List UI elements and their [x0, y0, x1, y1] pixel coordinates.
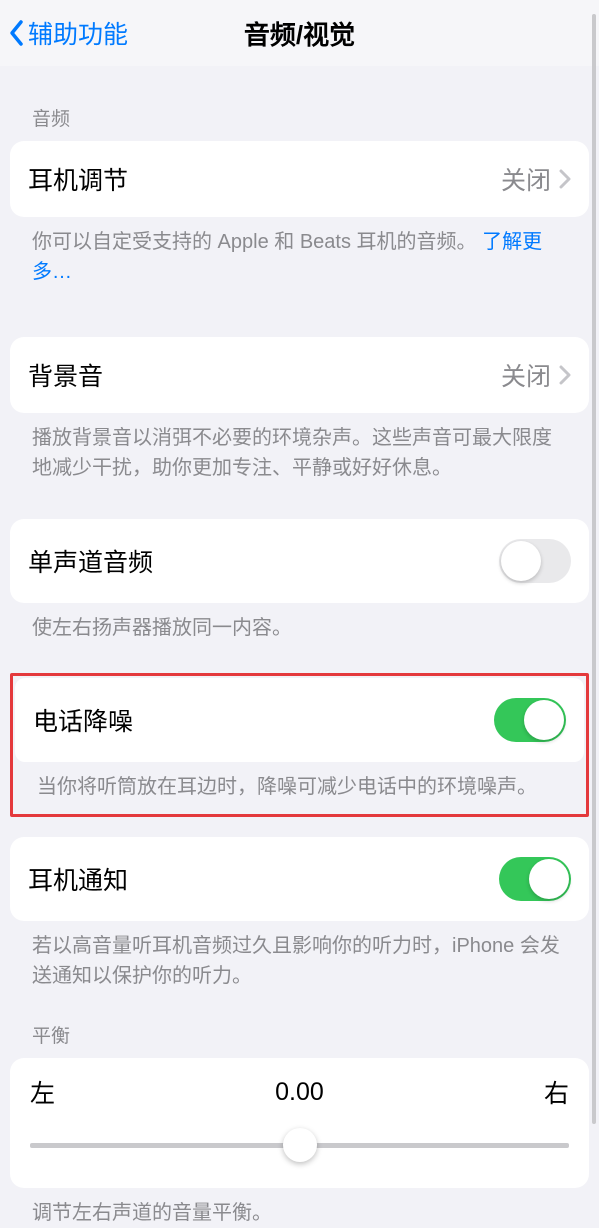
- section-header-audio: 音频: [10, 66, 589, 141]
- chevron-right-icon: [559, 169, 571, 189]
- row-value: 关闭: [501, 357, 551, 393]
- footer-text: 你可以自定受支持的 Apple 和 Beats 耳机的音频。: [32, 231, 477, 253]
- slider-knob-icon: [283, 1128, 317, 1162]
- chevron-right-icon: [559, 365, 571, 385]
- section-footer: 若以高音量听耳机音频过久且影响你的听力时，iPhone 会发送通知以保护你的听力…: [10, 921, 589, 991]
- balance-value: 0.00: [275, 1078, 324, 1107]
- scrollbar[interactable]: [592, 14, 596, 1124]
- row-headphone-notifications[interactable]: 耳机通知: [10, 837, 589, 921]
- row-phone-noise-cancellation[interactable]: 电话降噪: [15, 678, 584, 762]
- section-header-balance: 平衡: [10, 991, 589, 1058]
- section-footer: 当你将听筒放在耳边时，降噪可减少电话中的环境噪声。: [15, 762, 584, 812]
- balance-right-label: 右: [544, 1074, 569, 1110]
- balance-left-label: 左: [30, 1074, 55, 1110]
- row-label: 单声道音频: [28, 543, 153, 579]
- page-title: 音频/视觉: [244, 15, 355, 52]
- back-button[interactable]: 辅助功能: [8, 0, 128, 66]
- navigation-bar: 辅助功能 音频/视觉: [0, 0, 599, 66]
- row-background-sounds[interactable]: 背景音 关闭: [10, 337, 589, 413]
- row-label: 耳机调节: [28, 161, 128, 197]
- row-label: 电话降噪: [33, 702, 133, 738]
- row-label: 耳机通知: [28, 861, 128, 897]
- section-footer: 使左右扬声器播放同一内容。: [10, 603, 589, 643]
- section-footer: 播放背景音以消弭不必要的环境杂声。这些声音可最大限度地减少干扰，助你更加专注、平…: [10, 413, 589, 483]
- highlight-box: 电话降噪 当你将听筒放在耳边时，降噪可减少电话中的环境噪声。: [10, 673, 589, 817]
- back-label: 辅助功能: [28, 15, 128, 51]
- row-mono-audio[interactable]: 单声道音频: [10, 519, 589, 603]
- headphone-notify-switch[interactable]: [499, 857, 571, 901]
- section-footer: 调节左右声道的音量平衡。: [10, 1188, 589, 1228]
- mono-audio-switch[interactable]: [499, 539, 571, 583]
- chevron-left-icon: [8, 19, 24, 47]
- row-headphone-accommodations[interactable]: 耳机调节 关闭: [10, 141, 589, 217]
- row-balance: 左 0.00 右: [10, 1058, 589, 1188]
- balance-slider[interactable]: [30, 1128, 569, 1162]
- section-footer: 你可以自定受支持的 Apple 和 Beats 耳机的音频。 了解更多…: [10, 217, 589, 287]
- phone-noise-switch[interactable]: [494, 698, 566, 742]
- row-label: 背景音: [28, 357, 103, 393]
- row-value: 关闭: [501, 161, 551, 197]
